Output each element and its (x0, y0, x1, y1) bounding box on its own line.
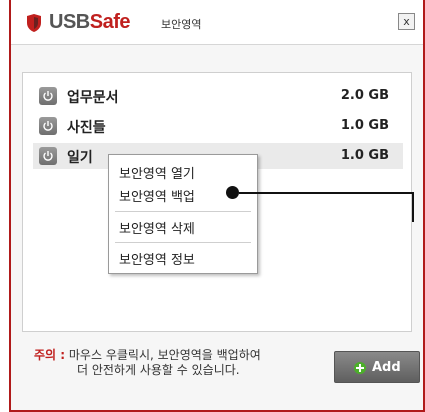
note-label: 주의 : (34, 348, 66, 362)
plus-icon (354, 362, 366, 374)
note-line-2: 더 안전하게 사용할 수 있습니다. (77, 363, 240, 377)
shield-logo-icon (27, 14, 41, 32)
close-button[interactable]: x (398, 13, 415, 30)
callout-dot (226, 186, 239, 199)
menu-item-delete[interactable]: 보안영역 삭제 (119, 218, 195, 237)
item-name: 사진들 (67, 120, 106, 136)
menu-divider (115, 211, 251, 212)
context-menu: 보안영역 열기 보안영역 백업 보안영역 삭제 보안영역 정보 (108, 154, 258, 274)
brand-usb: USB (49, 11, 90, 33)
list-item[interactable]: 사진들 1.0 GB (33, 113, 403, 139)
menu-item-backup[interactable]: 보안영역 백업 (119, 186, 195, 205)
list-item[interactable]: 업무문서 2.0 GB (33, 83, 403, 109)
note-line-1: 마우스 우클릭시, 보안영역을 백업하여 (68, 348, 261, 362)
power-icon (39, 117, 57, 135)
callout-line (239, 192, 414, 194)
add-button[interactable]: Add (334, 351, 420, 383)
app-brand: USBSafe (49, 11, 130, 34)
menu-divider (115, 242, 251, 243)
power-icon (39, 147, 57, 165)
callout-line-down (412, 192, 414, 222)
item-size: 1.0 GB (340, 118, 389, 133)
item-size: 1.0 GB (340, 148, 389, 163)
usage-note: 주의 : 마우스 우클릭시, 보안영역을 백업하여 더 안전하게 사용할 수 있… (34, 348, 261, 378)
add-button-label: Add (372, 360, 401, 375)
brand-safe: Safe (89, 11, 131, 33)
item-name: 업무문서 (67, 90, 119, 106)
item-size: 2.0 GB (340, 88, 389, 103)
item-name: 일기 (67, 150, 93, 166)
power-icon (39, 87, 57, 105)
window-subtitle: 보안영역 (161, 18, 202, 31)
title-bar: USBSafe 보안영역 x (11, 0, 423, 45)
menu-item-info[interactable]: 보안영역 정보 (119, 249, 195, 268)
menu-item-open[interactable]: 보안영역 열기 (119, 163, 195, 182)
